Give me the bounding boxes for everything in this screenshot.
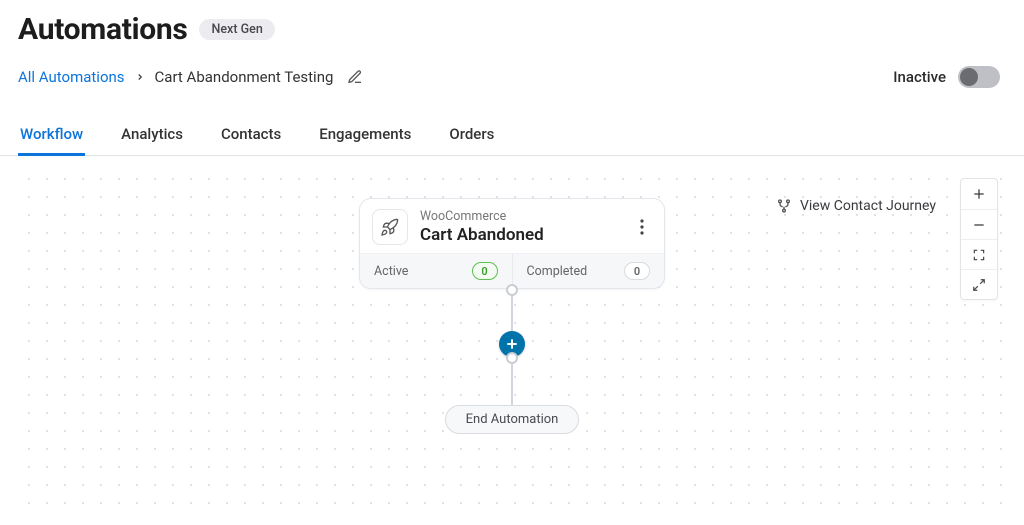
plus-icon (504, 336, 520, 352)
breadcrumb: All Automations Cart Abandonment Testing (18, 65, 367, 89)
stat-active-label: Active (374, 264, 408, 279)
node-stats: Active 0 Completed 0 (360, 253, 664, 288)
connector-line (511, 289, 513, 331)
page-title: Automations (18, 12, 187, 47)
stat-completed-value: 0 (624, 262, 650, 280)
pencil-icon (347, 69, 363, 85)
view-contact-journey-link[interactable]: View Contact Journey (776, 198, 936, 214)
node-menu-button[interactable] (632, 219, 652, 235)
tab-contacts[interactable]: Contacts (219, 115, 283, 155)
branch-icon (776, 198, 792, 214)
breadcrumb-root-link[interactable]: All Automations (18, 68, 125, 86)
connector-line (511, 357, 513, 405)
tab-orders[interactable]: Orders (447, 115, 496, 155)
minus-icon (971, 217, 987, 233)
breadcrumb-current: Cart Abandonment Testing (155, 68, 334, 86)
tab-engagements[interactable]: Engagements (317, 115, 413, 155)
stat-completed-label: Completed (527, 264, 588, 279)
fit-screen-button[interactable] (961, 239, 997, 269)
trigger-title: Cart Abandoned (420, 225, 620, 245)
workflow-canvas[interactable]: View Contact Journey (18, 168, 1006, 508)
zoom-in-button[interactable] (961, 179, 997, 209)
tab-analytics[interactable]: Analytics (119, 115, 185, 155)
zoom-out-button[interactable] (961, 209, 997, 239)
page-header: Automations Next Gen All Automations Car… (0, 0, 1024, 89)
status-toggle[interactable] (958, 66, 1000, 88)
fullscreen-icon (972, 278, 986, 292)
chevron-right-icon (135, 68, 145, 86)
more-vertical-icon (640, 219, 644, 235)
expand-icon (972, 248, 986, 262)
zoom-controls (960, 178, 998, 300)
edit-name-button[interactable] (343, 65, 367, 89)
end-automation-node[interactable]: End Automation (445, 405, 580, 434)
stat-active: Active 0 (360, 254, 512, 288)
fullscreen-button[interactable] (961, 269, 997, 299)
trigger-subtitle: WooCommerce (420, 209, 620, 224)
plus-icon (971, 186, 987, 202)
journey-link-label: View Contact Journey (800, 198, 936, 214)
stat-completed: Completed 0 (512, 254, 665, 288)
tabs-bar: Workflow Analytics Contacts Engagements … (0, 115, 1024, 156)
rocket-icon (372, 209, 408, 245)
stat-active-value: 0 (472, 262, 498, 280)
tab-workflow[interactable]: Workflow (18, 115, 85, 155)
nextgen-badge: Next Gen (199, 19, 274, 40)
status-label: Inactive (893, 68, 946, 86)
trigger-node[interactable]: WooCommerce Cart Abandoned Active 0 (359, 198, 665, 289)
